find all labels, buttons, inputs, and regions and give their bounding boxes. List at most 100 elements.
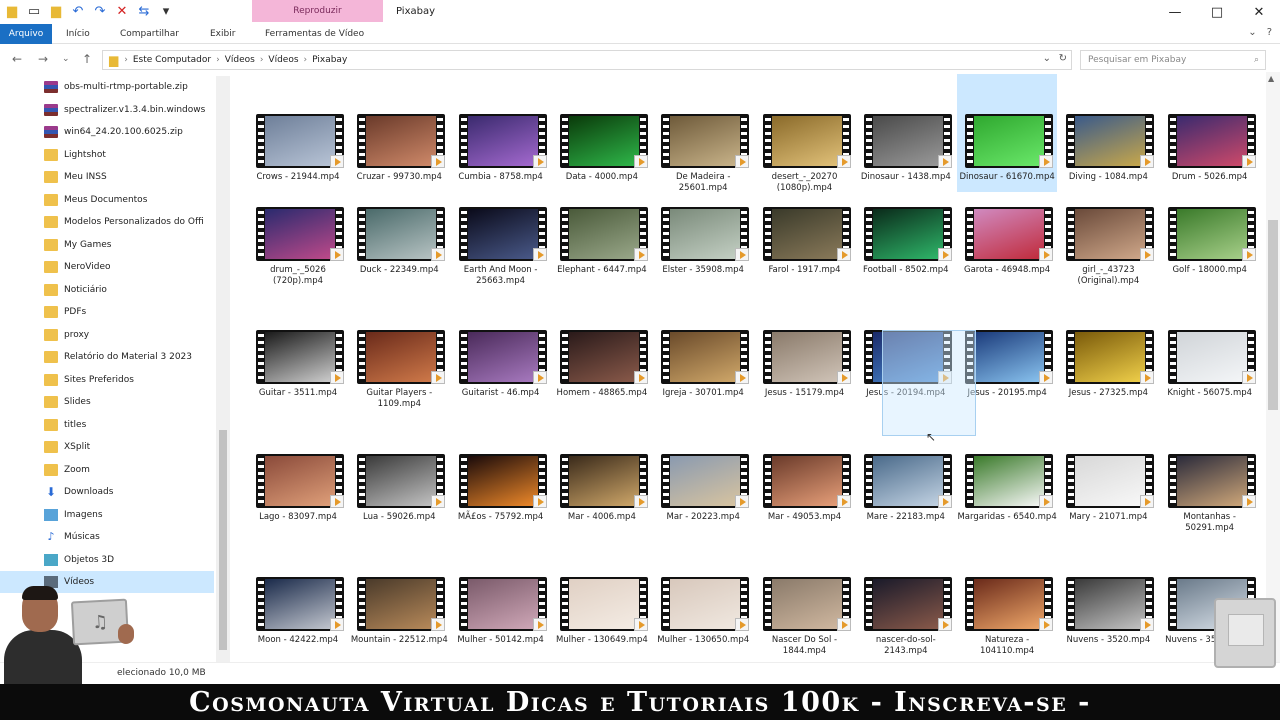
sidebar-item[interactable]: Sites Preferidos [0,369,214,391]
file-item[interactable]: drum_-_5026 (720p).mp4 [248,167,348,286]
file-item[interactable]: Garota - 46948.mp4 [957,167,1057,285]
breadcrumb-este-computador[interactable]: Este Computador [133,55,211,65]
file-item[interactable]: Mar - 20223.mp4 [653,414,753,532]
file-item[interactable]: Mulher - 130650.mp4 [653,537,753,655]
arrow-right-icon[interactable]: → [38,52,48,66]
chevron-down-icon[interactable]: ⌄ [62,54,70,64]
folder-icon[interactable]: ▆ [4,3,20,19]
redo-icon[interactable]: ↷ [92,3,108,19]
sidebar-item[interactable]: PDFs [0,301,214,323]
file-item[interactable]: Moon - 42422.mp4 [248,537,348,655]
file-item[interactable]: girl_-_43723 (Original).mp4 [1058,167,1158,286]
file-item[interactable]: Football - 8502.mp4 [856,167,956,285]
file-name: drum_-_5026 (720p).mp4 [270,265,326,286]
sidebar-item[interactable]: obs-multi-rtmp-portable.zip [0,76,214,98]
thumbnail-frame [467,209,538,259]
file-item[interactable]: Lago - 83097.mp4 [248,414,348,532]
breadcrumb-pixabay[interactable]: Pixabay [312,55,347,65]
tab-inicio[interactable]: Início [66,24,90,44]
sidebar-item[interactable]: Meus Documentos [0,189,214,211]
sidebar-item[interactable]: Relatório do Material 3 2023 [0,346,214,368]
properties-icon[interactable]: ▭ [26,3,42,19]
file-item[interactable]: Homem - 48865.mp4 [552,290,652,408]
minimize-button[interactable]: — [1154,0,1196,24]
delete-icon[interactable]: ✕ [114,3,130,19]
sidebar-item[interactable]: Meu INSS [0,166,214,188]
undo-icon[interactable]: ↶ [70,3,86,19]
file-item[interactable]: Mountain - 22512.mp4 [349,537,449,655]
tab-ferramentas-de-video[interactable]: Ferramentas de Vídeo [265,24,364,44]
sidebar-item[interactable]: Objetos 3D [0,549,214,571]
file-item[interactable]: Mar - 49053.mp4 [755,414,855,532]
sidebar-item[interactable]: Imagens [0,504,214,526]
file-item[interactable]: Earth And Moon - 25663.mp4 [451,167,551,286]
video-thumbnail [256,577,344,631]
arrow-up-icon[interactable]: ↑ [82,52,92,66]
film-strip-holes [967,116,974,166]
rename-icon[interactable]: ⇆ [136,3,152,19]
new-folder-icon[interactable]: ▆ [48,3,64,19]
file-item[interactable]: Mary - 21071.mp4 [1058,414,1158,532]
file-item[interactable]: Natureza - 104110.mp4 [957,537,1057,656]
file-item[interactable]: Golf - 18000.mp4 [1160,167,1260,285]
file-item[interactable]: Nuvens - 3520.mp4 [1058,537,1158,655]
chevron-down-icon[interactable]: ⌄ [1043,53,1051,64]
file-item[interactable]: Montanhas - 50291.mp4 [1160,414,1260,533]
file-item[interactable]: Lua - 59026.mp4 [349,414,449,532]
sidebar-item[interactable]: win64_24.20.100.6025.zip [0,121,214,143]
breadcrumb-videos-2[interactable]: Vídeos [268,55,298,65]
file-item[interactable]: Elephant - 6447.mp4 [552,167,652,285]
sidebar-item-label: Modelos Personalizados do Offi [64,217,204,227]
file-item[interactable]: Elster - 35908.mp4 [653,167,753,285]
file-item[interactable]: Duck - 22349.mp4 [349,167,449,285]
file-item[interactable]: Guitar Players - 1109.mp4 [349,290,449,409]
file-item[interactable]: Mar - 4006.mp4 [552,414,652,532]
navigation-scrollbar-thumb[interactable] [219,430,227,650]
sidebar-item[interactable]: Modelos Personalizados do Offi [0,211,214,233]
address-bar[interactable]: ▆ › Este Computador › Vídeos › Vídeos › … [102,50,1072,70]
chevron-down-icon[interactable]: ▾ [158,3,174,19]
file-item[interactable]: Mulher - 130649.mp4 [552,537,652,655]
play-icon [633,248,648,261]
file-item[interactable]: Jesus - 27325.mp4 [1058,290,1158,408]
sidebar-item[interactable]: Zoom [0,459,214,481]
file-item[interactable]: MÃ£os - 75792.mp4 [451,414,551,532]
file-item[interactable]: Mulher - 50142.mp4 [451,537,551,655]
sidebar-item[interactable]: XSplit [0,436,214,458]
sidebar-item[interactable]: Slides [0,391,214,413]
sidebar-item-label: PDFs [64,307,87,317]
tab-arquivo[interactable]: Arquivo [0,24,52,44]
sidebar-item[interactable]: ⬇ Downloads [0,481,214,503]
sidebar-item[interactable]: spectralizer.v1.3.4.bin.windows [0,99,214,121]
file-name: Margaridas - 6540.mp4 [957,512,1057,522]
sidebar-item[interactable]: proxy [0,324,214,346]
tab-exibir[interactable]: Exibir [210,24,235,44]
sidebar-item[interactable]: My Games [0,234,214,256]
scroll-up-icon[interactable]: ▲ [1268,74,1274,83]
sidebar-item[interactable]: titles [0,414,214,436]
maximize-button[interactable]: □ [1196,0,1238,24]
file-item[interactable]: Jesus - 15179.mp4 [755,290,855,408]
file-item[interactable]: Guitarist - 46.mp4 [451,290,551,408]
file-item[interactable]: Knight - 56075.mp4 [1160,290,1260,408]
close-button[interactable]: ✕ [1238,0,1280,24]
sidebar-item[interactable]: NeroVideo [0,256,214,278]
breadcrumb-videos[interactable]: Vídeos [225,55,255,65]
play-icon [1140,495,1155,508]
folder-icon [44,306,58,318]
sidebar-item[interactable]: Noticiário [0,279,214,301]
refresh-icon[interactable]: ↻ [1059,53,1067,64]
help-icon[interactable]: ? [1267,27,1272,38]
sidebar-item[interactable]: ♪ Músicas [0,526,214,548]
arrow-left-icon[interactable]: ← [12,52,22,66]
sidebar-item[interactable]: Lightshot [0,144,214,166]
expand-ribbon-icon[interactable]: ⌄ [1248,27,1256,38]
file-item[interactable]: Nascer Do Sol - 1844.mp4 [755,537,855,656]
file-item[interactable]: nascer-do-sol-2143.mp4 [856,537,956,656]
file-item[interactable]: Farol - 1917.mp4 [755,167,855,285]
tab-compartilhar[interactable]: Compartilhar [120,24,179,44]
search-input[interactable]: Pesquisar em Pixabay ⌕ [1080,50,1266,70]
content-scrollbar-thumb[interactable] [1268,220,1278,410]
file-item[interactable]: Guitar - 3511.mp4 [248,290,348,408]
file-item[interactable]: Igreja - 30701.mp4 [653,290,753,408]
